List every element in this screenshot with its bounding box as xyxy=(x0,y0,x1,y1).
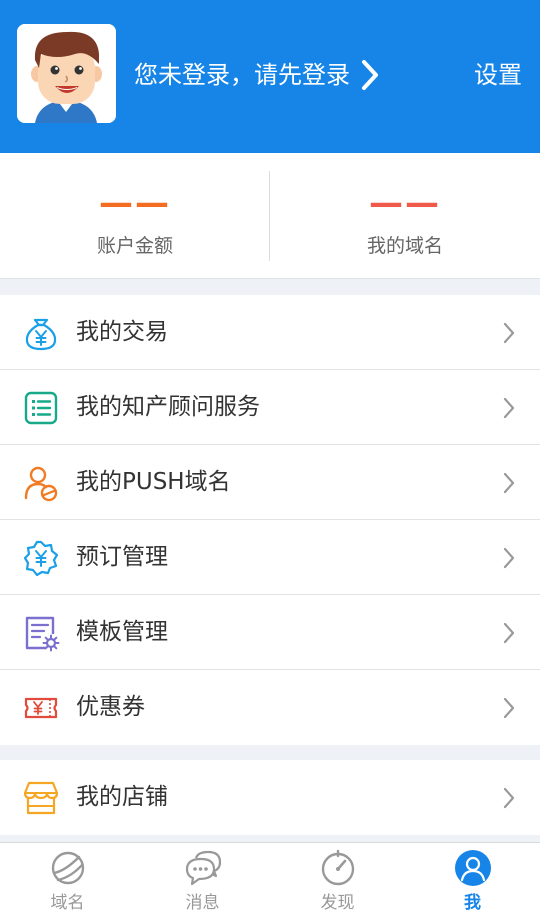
tab-discover[interactable]: 发现 xyxy=(270,843,405,918)
menu-item-ip-advisor[interactable]: 我的知产顾问服务 xyxy=(0,370,540,445)
list-document-icon xyxy=(24,391,58,425)
settings-button[interactable]: 设置 xyxy=(474,56,522,94)
menu-item-templates[interactable]: 模板管理 xyxy=(0,595,540,670)
cartoon-avatar-icon xyxy=(17,24,116,123)
domains-stat[interactable]: —— 我的域名 xyxy=(270,153,540,279)
chevron-right-icon xyxy=(503,472,515,494)
chevron-right-icon xyxy=(503,697,515,719)
compass-icon xyxy=(321,849,355,886)
domains-value: —— xyxy=(369,183,441,223)
domains-label: 我的域名 xyxy=(366,235,443,257)
menu-item-my-store[interactable]: 我的店铺 xyxy=(0,760,540,835)
planet-icon xyxy=(51,851,85,885)
chevron-right-icon xyxy=(503,322,515,344)
user-push-icon xyxy=(24,466,58,502)
chevron-right-icon xyxy=(503,547,515,569)
menu-item-label: 我的交易 xyxy=(76,319,168,345)
tab-label: 域名 xyxy=(50,893,85,913)
balance-stat[interactable]: —— 账户金额 xyxy=(0,153,270,279)
menu-item-my-trades[interactable]: 我的交易 xyxy=(0,295,540,370)
tab-label: 发现 xyxy=(320,893,355,913)
coupon-ticket-icon xyxy=(24,697,58,719)
menu-item-label: 我的知产顾问服务 xyxy=(76,394,260,420)
account-stats: —— 账户金额 —— 我的域名 xyxy=(0,153,540,279)
chevron-right-icon xyxy=(503,397,515,419)
bottom-tab-bar: 域名 消息 发现 我 xyxy=(0,842,540,918)
menu-item-reservations[interactable]: 预订管理 xyxy=(0,520,540,595)
menu-item-label: 我的店铺 xyxy=(76,784,168,810)
person-icon xyxy=(455,850,491,886)
menu-group-main: 我的交易 我的知产顾问服务 我的PUSH域名 预订管理 模板管理 优惠券 xyxy=(0,295,540,745)
yen-badge-icon xyxy=(23,540,59,577)
menu-item-coupons[interactable]: 优惠券 xyxy=(0,670,540,745)
chevron-right-icon xyxy=(503,787,515,809)
balance-value: —— xyxy=(99,183,171,223)
menu-item-label: 预订管理 xyxy=(76,544,168,570)
money-bag-yen-icon xyxy=(25,318,57,351)
menu-item-push-domains[interactable]: 我的PUSH域名 xyxy=(0,445,540,520)
tab-label: 消息 xyxy=(185,893,220,913)
menu-group-store: 我的店铺 xyxy=(0,760,540,835)
menu-item-label: 优惠券 xyxy=(76,694,145,720)
chevron-right-icon[interactable] xyxy=(358,58,384,92)
menu-item-label: 我的PUSH域名 xyxy=(76,469,231,495)
template-settings-icon xyxy=(25,616,60,652)
tab-me[interactable]: 我 xyxy=(405,843,540,918)
store-icon xyxy=(23,781,59,815)
chevron-right-icon xyxy=(503,622,515,644)
login-prompt[interactable]: 您未登录，请先登录 xyxy=(134,56,350,94)
tab-domains[interactable]: 域名 xyxy=(0,843,135,918)
tab-label: 我 xyxy=(464,893,481,913)
tab-messages[interactable]: 消息 xyxy=(135,843,270,918)
avatar[interactable] xyxy=(17,24,116,123)
chat-bubbles-icon xyxy=(185,850,222,886)
menu-item-label: 模板管理 xyxy=(76,619,168,645)
balance-label: 账户金额 xyxy=(96,235,173,257)
profile-header: 您未登录，请先登录 设置 xyxy=(0,0,540,153)
